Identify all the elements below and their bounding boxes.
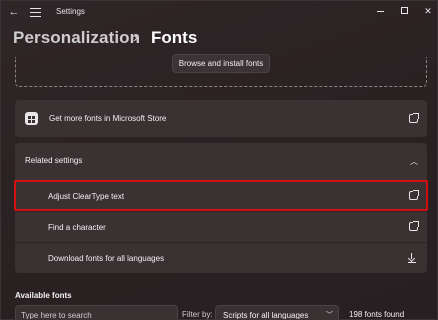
related-settings-header[interactable]: Related settings ︿: [15, 143, 427, 178]
minimize-button[interactable]: [372, 4, 388, 18]
highlight-box-adjust-cleartype: [14, 180, 428, 211]
chevron-down-icon: ﹀: [326, 312, 333, 319]
download-icon: [407, 253, 416, 263]
related-settings-title: Related settings: [25, 156, 83, 165]
microsoft-store-fonts-card[interactable]: Get more fonts in Microsoft Store: [15, 100, 427, 137]
chevron-up-icon: ︿: [410, 157, 418, 166]
related-item-find-character[interactable]: Find a character: [15, 211, 427, 241]
font-search-input[interactable]: Type here to search: [15, 305, 178, 320]
close-icon: ✕: [424, 6, 432, 16]
open-external-icon: [409, 221, 419, 231]
related-item-label: Download fonts for all languages: [48, 254, 165, 263]
related-item-label: Find a character: [48, 223, 106, 232]
window-title: Settings: [56, 7, 85, 16]
open-external-icon: [409, 113, 419, 123]
title-bar: ← Settings ✕: [1, 1, 437, 25]
page-title: Fonts: [151, 28, 198, 47]
filter-selected-value: Scripts for all languages: [223, 311, 309, 320]
maximize-button[interactable]: [396, 4, 412, 18]
script-filter-dropdown[interactable]: Scripts for all languages ﹀: [215, 305, 339, 320]
back-arrow-icon[interactable]: ←: [7, 5, 21, 19]
close-button[interactable]: ✕: [420, 4, 436, 18]
available-fonts-heading: Available fonts: [15, 291, 72, 300]
search-placeholder: Type here to search: [21, 311, 92, 320]
minimize-icon: [376, 11, 384, 12]
browse-install-fonts-button[interactable]: Browse and install fonts: [172, 54, 270, 73]
breadcrumb-personalization[interactable]: Personalization: [13, 28, 140, 48]
related-item-download-fonts[interactable]: Download fonts for all languages: [15, 242, 427, 272]
maximize-icon: [400, 7, 408, 14]
store-icon: [25, 112, 38, 125]
fonts-found-count: 198 fonts found: [349, 310, 405, 319]
hamburger-menu-icon[interactable]: [29, 5, 43, 19]
filter-label: Filter by:: [182, 310, 213, 319]
settings-window: ← Settings ✕ Personalization › Fonts Bro…: [0, 0, 438, 320]
breadcrumb-separator-icon: ›: [133, 29, 138, 46]
store-card-label: Get more fonts in Microsoft Store: [49, 114, 167, 123]
